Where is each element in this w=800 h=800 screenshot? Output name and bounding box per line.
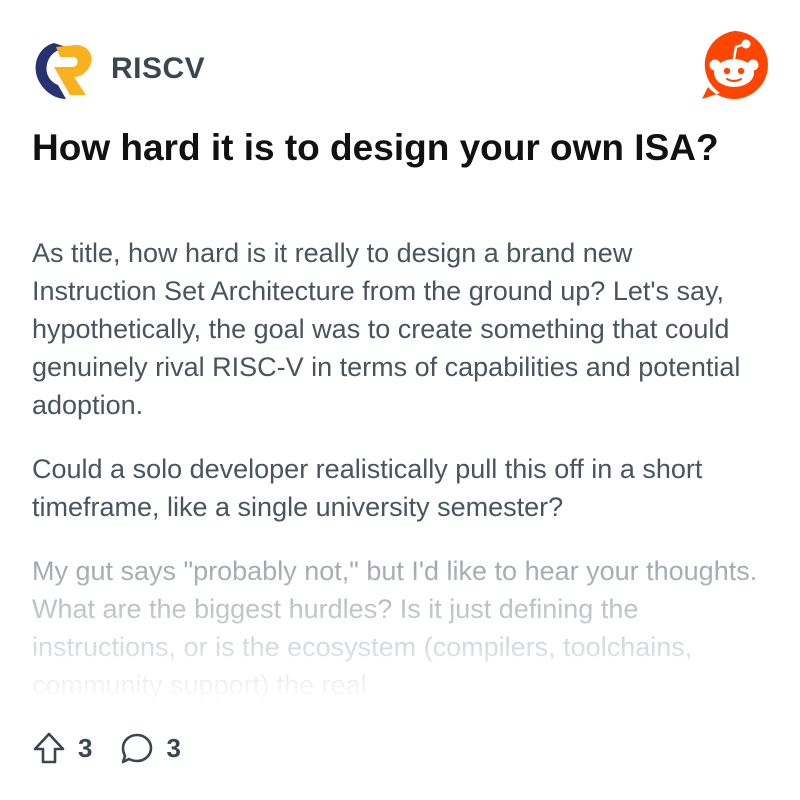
subreddit-name[interactable]: RISCV (111, 52, 205, 86)
upvote-count: 3 (78, 732, 93, 763)
post-body[interactable]: As title, how hard is it really to desig… (32, 234, 762, 704)
post-actions: 3 3 (32, 726, 181, 770)
post-header: RISCV (0, 0, 800, 120)
comment-count: 3 (166, 732, 181, 763)
post-paragraph-1: As title, how hard is it really to desig… (32, 238, 741, 420)
upvote-arrow-icon[interactable] (32, 731, 66, 765)
comment-bubble-icon[interactable] (120, 731, 154, 765)
post-paragraph-2: Could a solo developer realistically pul… (32, 454, 703, 522)
post-title[interactable]: How hard it is to design your own ISA? (32, 124, 752, 171)
post-paragraph-3: My gut says "probably not," but I'd like… (32, 556, 758, 700)
reddit-snoo-icon[interactable] (698, 29, 770, 101)
upvote-button[interactable]: 3 (32, 731, 92, 765)
riscv-logo-icon[interactable] (32, 37, 96, 101)
comments-button[interactable]: 3 (120, 731, 181, 765)
